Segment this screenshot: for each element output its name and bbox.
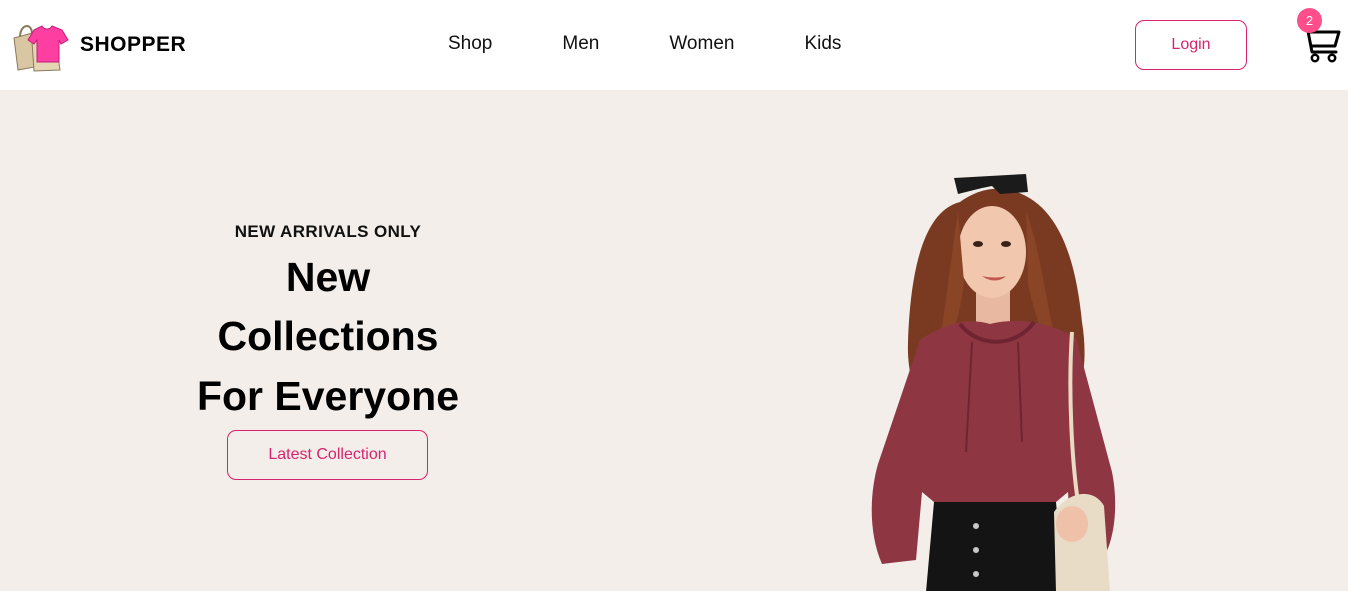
model-photo — [871, 174, 1116, 591]
hero-headline-line-2: Collections — [217, 313, 439, 359]
nav-item-women[interactable]: Women — [669, 33, 734, 55]
nav-item-kids[interactable]: Kids — [804, 33, 841, 55]
main-nav: Shop Men Women Kids — [448, 33, 841, 55]
latest-collection-button[interactable]: Latest Collection — [227, 430, 428, 480]
hero-headline-line-3: For Everyone — [196, 373, 460, 419]
nav-item-shop[interactable]: Shop — [448, 33, 492, 55]
cart-count-badge: 2 — [1297, 8, 1322, 33]
brand-logo[interactable]: SHOPPER — [10, 18, 186, 72]
hero-eyebrow: NEW ARRIVALS ONLY — [234, 222, 422, 241]
hero-headline-line-1: New — [285, 254, 371, 300]
navbar: SHOPPER Shop Men Women Kids Login 2 — [0, 0, 1348, 90]
login-button[interactable]: Login — [1135, 20, 1247, 70]
shopping-bag-tshirt-icon — [13, 25, 69, 72]
hero-section: NEW ARRIVALS ONLY New Collections For Ev… — [0, 90, 1348, 591]
nav-item-men[interactable]: Men — [562, 33, 599, 55]
brand-name: SHOPPER — [80, 33, 187, 56]
